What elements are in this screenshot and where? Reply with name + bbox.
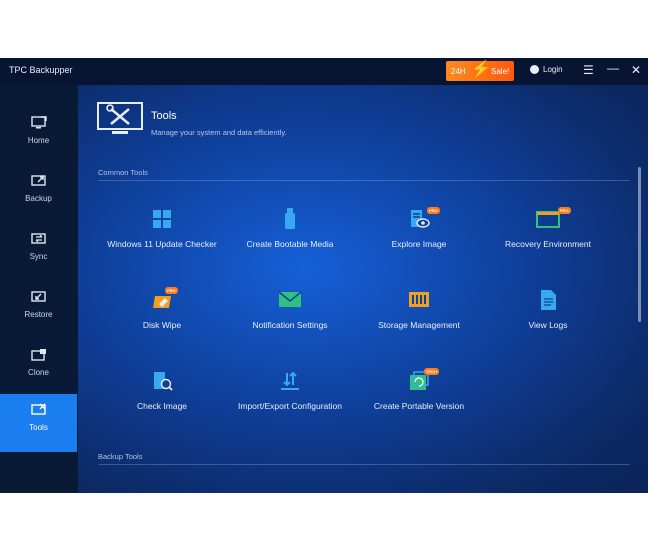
tool-import-export-configuration[interactable]: Import/Export Configuration bbox=[225, 369, 355, 429]
lightning-icon: ⚡ bbox=[471, 61, 491, 78]
sidebar-item-restore[interactable]: Restore bbox=[0, 281, 77, 339]
promo-sale-label: Sale! bbox=[491, 67, 510, 76]
windows-icon bbox=[149, 207, 175, 231]
sidebar-item-label: Home bbox=[27, 136, 50, 145]
sidebar-item-label: Backup bbox=[25, 194, 52, 203]
sidebar-item-tools[interactable]: Tools bbox=[0, 394, 77, 452]
tools-header-icon bbox=[96, 101, 144, 142]
menu-icon[interactable]: ☰ bbox=[583, 63, 594, 77]
login-label: Login bbox=[543, 65, 563, 74]
mail-icon bbox=[277, 288, 303, 312]
section-label-common-tools: Common Tools bbox=[98, 168, 148, 177]
tool-label: Check Image bbox=[136, 401, 188, 411]
title-bar: TPC Backupper 24H ⚡ Sale! Login ☰ — ✕ bbox=[0, 58, 648, 85]
tool-storage-management[interactable]: Storage Management bbox=[354, 288, 484, 348]
tool-windows11-update-checker[interactable]: Windows 11 Update Checker bbox=[97, 207, 227, 267]
tool-disk-wipe[interactable]: PRO Disk Wipe bbox=[97, 287, 227, 348]
sidebar-item-label: Sync bbox=[29, 252, 48, 261]
sidebar-item-sync[interactable]: Sync bbox=[0, 223, 77, 281]
tool-label: Create Bootable Media bbox=[246, 239, 334, 249]
sidebar-item-label: Restore bbox=[24, 310, 53, 319]
tool-notification-settings[interactable]: Notification Settings bbox=[225, 288, 355, 348]
usb-drive-icon bbox=[277, 207, 303, 231]
page-subtitle: Manage your system and data efficiently. bbox=[151, 128, 287, 137]
tool-label: Storage Management bbox=[378, 320, 460, 330]
tool-explore-image[interactable]: PRO Explore Image bbox=[354, 207, 484, 267]
sidebar-item-backup[interactable]: Backup bbox=[0, 165, 77, 223]
app-window: TPC Backupper 24H ⚡ Sale! Login ☰ — ✕ Ho… bbox=[0, 58, 648, 493]
section-divider bbox=[98, 464, 630, 465]
pro-badge: PRO bbox=[165, 287, 178, 294]
sidebar-item-label: Clone bbox=[28, 368, 49, 377]
tool-view-logs[interactable]: View Logs bbox=[483, 288, 613, 348]
backup-icon bbox=[30, 175, 46, 186]
page-title: Tools bbox=[151, 110, 177, 122]
tool-label: Recovery Environment bbox=[505, 239, 591, 249]
section-label-backup-tools: Backup Tools bbox=[98, 452, 143, 461]
logs-icon bbox=[535, 288, 561, 312]
minimize-icon[interactable]: — bbox=[607, 61, 619, 75]
pro-badge: PRO bbox=[558, 207, 571, 214]
tool-recovery-environment[interactable]: PRO Recovery Environment bbox=[483, 207, 613, 267]
scrollbar[interactable] bbox=[638, 167, 641, 322]
sale-promo-button[interactable]: 24H ⚡ Sale! bbox=[446, 61, 514, 81]
user-icon bbox=[530, 65, 539, 74]
tool-create-portable-version[interactable]: TECH Create Portable Version bbox=[354, 368, 484, 429]
tool-label: Windows 11 Update Checker bbox=[107, 239, 217, 249]
sidebar-item-clone[interactable]: Clone bbox=[0, 339, 77, 397]
import-export-icon bbox=[277, 369, 303, 393]
tool-label: Create Portable Version bbox=[373, 401, 465, 411]
close-icon[interactable]: ✕ bbox=[631, 63, 641, 77]
clone-icon bbox=[30, 349, 46, 361]
sidebar: Home Backup Sync Restore Clone Tools bbox=[0, 85, 78, 493]
main-panel: Tools Manage your system and data effici… bbox=[78, 85, 648, 493]
promo-24h-label: 24H bbox=[451, 67, 466, 76]
tool-label: View Logs bbox=[528, 320, 568, 330]
tool-label: Explore Image bbox=[391, 239, 447, 249]
pro-badge: PRO bbox=[427, 207, 440, 214]
tech-badge: TECH bbox=[424, 368, 439, 375]
app-title: TPC Backupper bbox=[9, 65, 73, 75]
tools-icon bbox=[30, 403, 46, 415]
tool-create-bootable-media[interactable]: Create Bootable Media bbox=[225, 207, 355, 267]
check-image-icon bbox=[149, 369, 175, 393]
sidebar-item-label: Tools bbox=[29, 423, 48, 432]
tool-label: Notification Settings bbox=[252, 320, 328, 330]
tool-check-image[interactable]: Check Image bbox=[97, 369, 227, 429]
tool-label: Disk Wipe bbox=[142, 320, 182, 330]
home-icon bbox=[30, 116, 47, 129]
storage-icon bbox=[406, 288, 432, 312]
section-divider bbox=[98, 180, 630, 181]
restore-icon bbox=[30, 291, 46, 302]
tool-label: Import/Export Configuration bbox=[238, 401, 342, 411]
sidebar-item-home[interactable]: Home bbox=[0, 107, 77, 165]
login-button[interactable]: Login bbox=[530, 65, 563, 74]
sync-icon bbox=[30, 233, 46, 244]
